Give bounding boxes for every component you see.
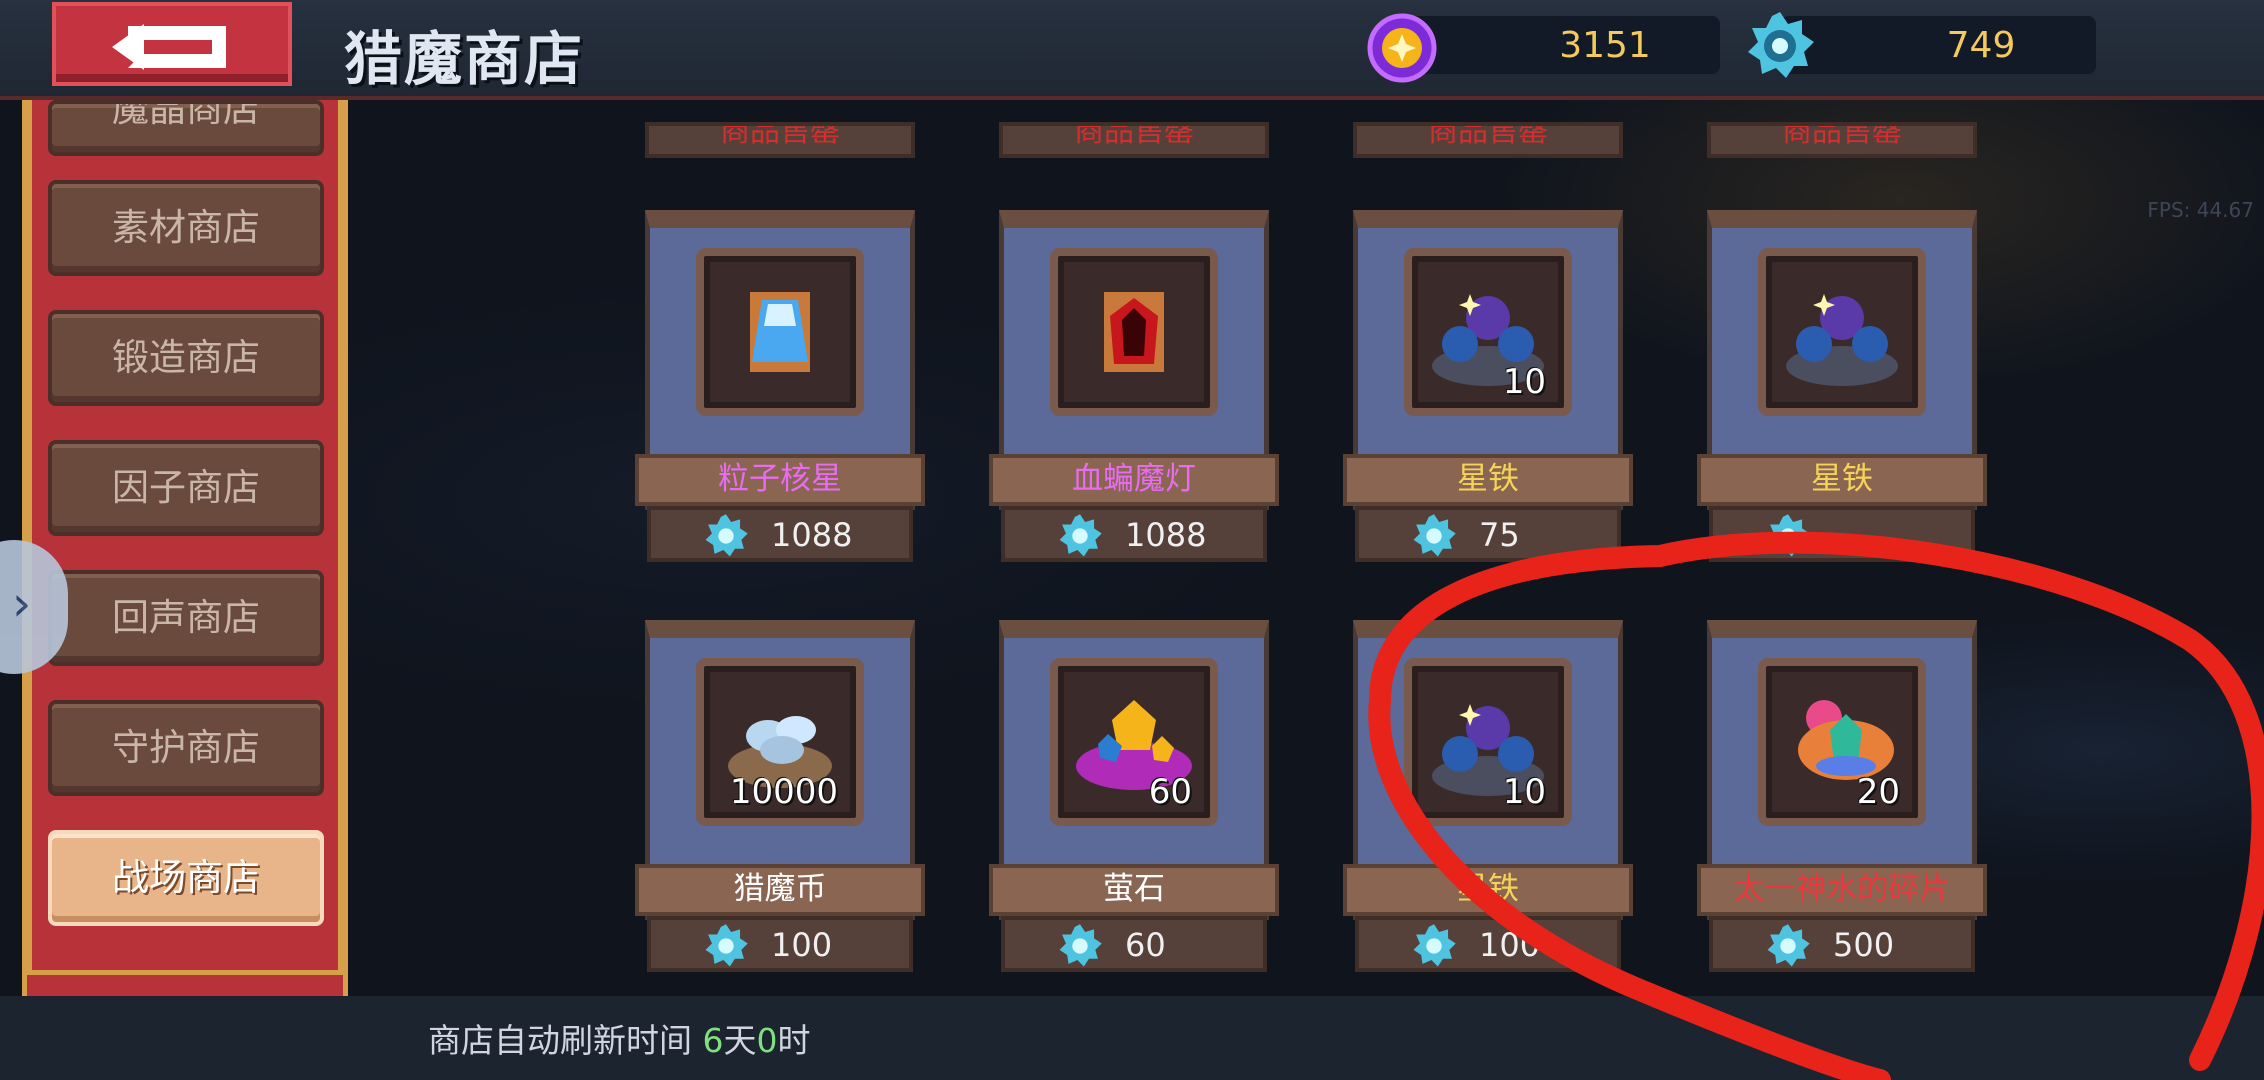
star-iron-icon: 10 [1404,658,1572,826]
top-bar: 猎魔商店 3151 749 [0,0,2264,100]
back-arrow-icon [112,24,226,70]
gem-orb-icon [1367,13,1437,83]
hunter-coin-icon: 10000 [696,658,864,826]
crystal-gear-icon [1767,924,1810,967]
sidebar-item-guardian-shop[interactable]: 守护商店 [48,700,324,796]
item-price: 1088 [647,506,913,562]
particle-core-icon [696,248,864,416]
item-name: 星铁 [1343,454,1633,506]
shop-item-card[interactable]: 10 星铁 100 [1343,620,1633,972]
item-name: 粒子核星 [635,454,925,506]
fps-counter: FPS: 44.67 [2147,198,2254,222]
item-price-value: 60 [1125,926,1166,964]
item-price-value: 500 [1833,926,1895,964]
partial-card: 商品售罄 [999,122,1269,158]
item-price-value: 100 [1479,926,1541,964]
item-name: 血蝙魔灯 [989,454,1279,506]
currency-gold-value: 3151 [1559,25,1651,66]
refresh-days-unit: 天 [723,1021,757,1060]
item-name: 星铁 [1343,864,1633,916]
partial-card: 商品售罄 [1707,122,1977,158]
item-quantity: 60 [1148,772,1192,812]
crystal-gear-icon [1413,924,1456,967]
item-name: 猎魔币 [635,864,925,916]
sidebar-item-echo-shop[interactable]: 回声商店 [48,570,324,666]
shop-item-card[interactable]: 血蝙魔灯 1088 [989,210,1279,562]
partial-card: 商品售罄 [1353,122,1623,158]
blood-bat-lamp-icon [1050,248,1218,416]
crystal-gear-icon [1059,924,1102,967]
shop-item-card[interactable]: 10 星铁 75 [1343,210,1633,562]
sidebar-item-factor-shop[interactable]: 因子商店 [48,440,324,536]
item-quantity: 10 [1502,772,1546,812]
shop-item-card[interactable]: 20 太一神水的碎片 500 [1697,620,1987,972]
currency-crystal-value: 749 [1946,25,2016,66]
item-price [1709,506,1975,562]
crystal-gear-icon [1767,514,1810,557]
item-name: 太一神水的碎片 [1697,864,1987,916]
sidebar-item-forge-shop[interactable]: 锻造商店 [48,310,324,406]
item-quantity: 10 [1502,362,1546,402]
item-price: 100 [1355,916,1621,972]
shop-item-card[interactable]: 10000 猎魔币 100 [635,620,925,972]
item-price-value: 1088 [771,516,853,554]
refresh-label: 商店自动刷新时间 [428,1021,692,1060]
footer-bar: 商店自动刷新时间 6天0时 [0,996,2264,1080]
partial-card: 商品售罄 [645,122,915,158]
shop-item-card[interactable]: 粒子核星 1088 [635,210,925,562]
fluorite-icon: 60 [1050,658,1218,826]
sidebar-item-battlefield-shop[interactable]: 战场商店 [48,830,324,926]
crystal-gear-icon [1059,514,1102,557]
sidebar-item-magic-crystal-shop[interactable]: 魔晶商店 [48,100,324,156]
crystal-gear-icon [705,514,748,557]
item-quantity: 10000 [729,772,838,812]
refresh-timer: 商店自动刷新时间 6天0时 [428,1014,811,1062]
item-price-value: 75 [1479,516,1520,554]
item-name: 星铁 [1697,454,1987,506]
sidebar-item-material-shop[interactable]: 素材商店 [48,180,324,276]
item-quantity: 20 [1856,772,1900,812]
item-price-value: 1088 [1125,516,1207,554]
currency-gold: 3151 [1367,13,1720,83]
item-price-value: 100 [771,926,833,964]
shop-item-card[interactable]: 60 萤石 60 [989,620,1279,972]
star-iron-icon [1758,248,1926,416]
item-price: 75 [1355,506,1621,562]
shop-sidebar: 魔晶商店 素材商店 锻造商店 因子商店 回声商店 守护商店 战场商店 [22,100,352,1080]
item-name: 萤石 [989,864,1279,916]
currency-crystal: 749 [1748,12,2096,78]
refresh-hours: 0 [756,1021,778,1060]
chevron-right-icon: › [12,576,32,632]
refresh-days: 6 [702,1021,724,1060]
item-price: 500 [1709,916,1975,972]
star-iron-icon: 10 [1404,248,1572,416]
refresh-hours-unit: 时 [777,1021,811,1060]
crystal-gear-icon [1748,12,1814,78]
item-price: 1088 [1001,506,1267,562]
divine-water-fragment-icon: 20 [1758,658,1926,826]
back-button[interactable] [52,2,292,86]
shop-item-card[interactable]: 星铁 [1697,210,1987,562]
crystal-gear-icon [705,924,748,967]
item-price: 60 [1001,916,1267,972]
item-price: 100 [647,916,913,972]
page-title: 猎魔商店 [344,25,585,93]
crystal-gear-icon [1413,514,1456,557]
